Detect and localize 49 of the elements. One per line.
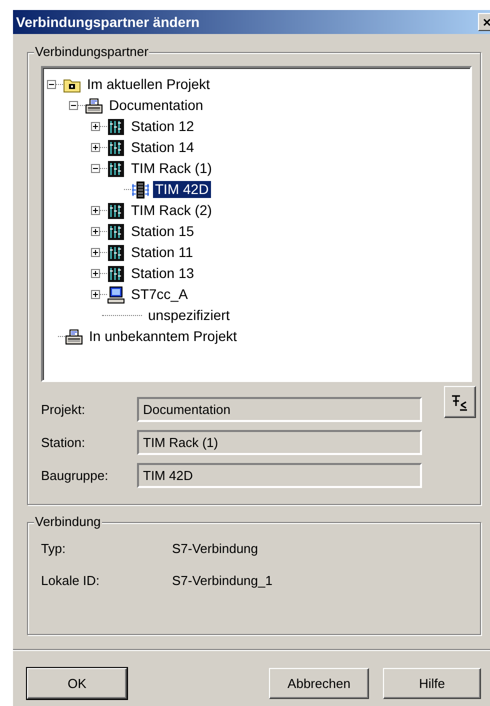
dialog-title: Verbindungspartner ändern: [16, 12, 200, 32]
rack-icon: [107, 244, 125, 262]
info-label: Lokale ID:: [41, 572, 101, 590]
tree-item[interactable]: unspezifiziert: [146, 307, 232, 324]
expand-toggle[interactable]: [91, 248, 100, 257]
expand-toggle[interactable]: [91, 227, 100, 236]
rack-icon: [107, 118, 125, 136]
group-title: Verbindungspartner: [34, 44, 150, 60]
info-value: S7-Verbindung: [172, 540, 258, 558]
dialog-button[interactable]: OK: [27, 668, 127, 699]
expand-toggle[interactable]: [91, 143, 100, 152]
computer-icon: [107, 286, 125, 304]
tree-item[interactable]: TIM Rack (2): [129, 202, 214, 219]
info-value: S7-Verbindung_1: [172, 572, 272, 590]
toggle-view-button[interactable]: [444, 386, 476, 418]
tree-switch-icon: [451, 394, 469, 411]
tree-item[interactable]: Documentation: [107, 97, 206, 114]
tree-item[interactable]: TIM Rack (1): [129, 160, 214, 177]
tree-item[interactable]: Station 15: [129, 223, 196, 240]
tree-item[interactable]: Im aktuellen Projekt: [85, 76, 212, 93]
tree-item[interactable]: Station 11: [129, 244, 196, 261]
rack-icon: [107, 222, 125, 240]
field-label: Baugruppe:: [41, 466, 110, 485]
tree-item[interactable]: Station 12: [129, 118, 196, 135]
group-title: Verbindung: [34, 514, 102, 530]
readonly-field: TIM 42D: [137, 463, 422, 488]
rack-icon: [107, 202, 125, 220]
expand-toggle[interactable]: [91, 122, 100, 131]
field-label: Station:: [41, 434, 86, 452]
readonly-field: Documentation: [137, 397, 422, 422]
expand-toggle[interactable]: [47, 80, 56, 89]
expand-toggle[interactable]: [91, 269, 100, 278]
tree-item[interactable]: Station 14: [129, 139, 196, 156]
tree-item[interactable]: Station 13: [129, 265, 196, 282]
expand-toggle[interactable]: [91, 206, 100, 215]
tree-item[interactable]: TIM 42D: [153, 181, 211, 198]
tree-item[interactable]: In unbekanntem Projekt: [87, 328, 239, 345]
tree-item[interactable]: ST7cc_A: [129, 286, 190, 303]
rack-icon: [107, 264, 125, 282]
readonly-field: TIM Rack (1): [137, 430, 422, 455]
rack-icon: [107, 138, 125, 156]
field-label: Projekt:: [41, 400, 86, 419]
expand-toggle[interactable]: [91, 290, 100, 299]
expand-toggle[interactable]: [91, 164, 100, 173]
info-label: Typ:: [41, 540, 67, 558]
expand-toggle[interactable]: [69, 101, 78, 110]
rack-icon: [107, 160, 125, 178]
dialog-button[interactable]: Hilfe: [383, 668, 481, 699]
dialog-button[interactable]: Abbrechen: [269, 668, 369, 699]
